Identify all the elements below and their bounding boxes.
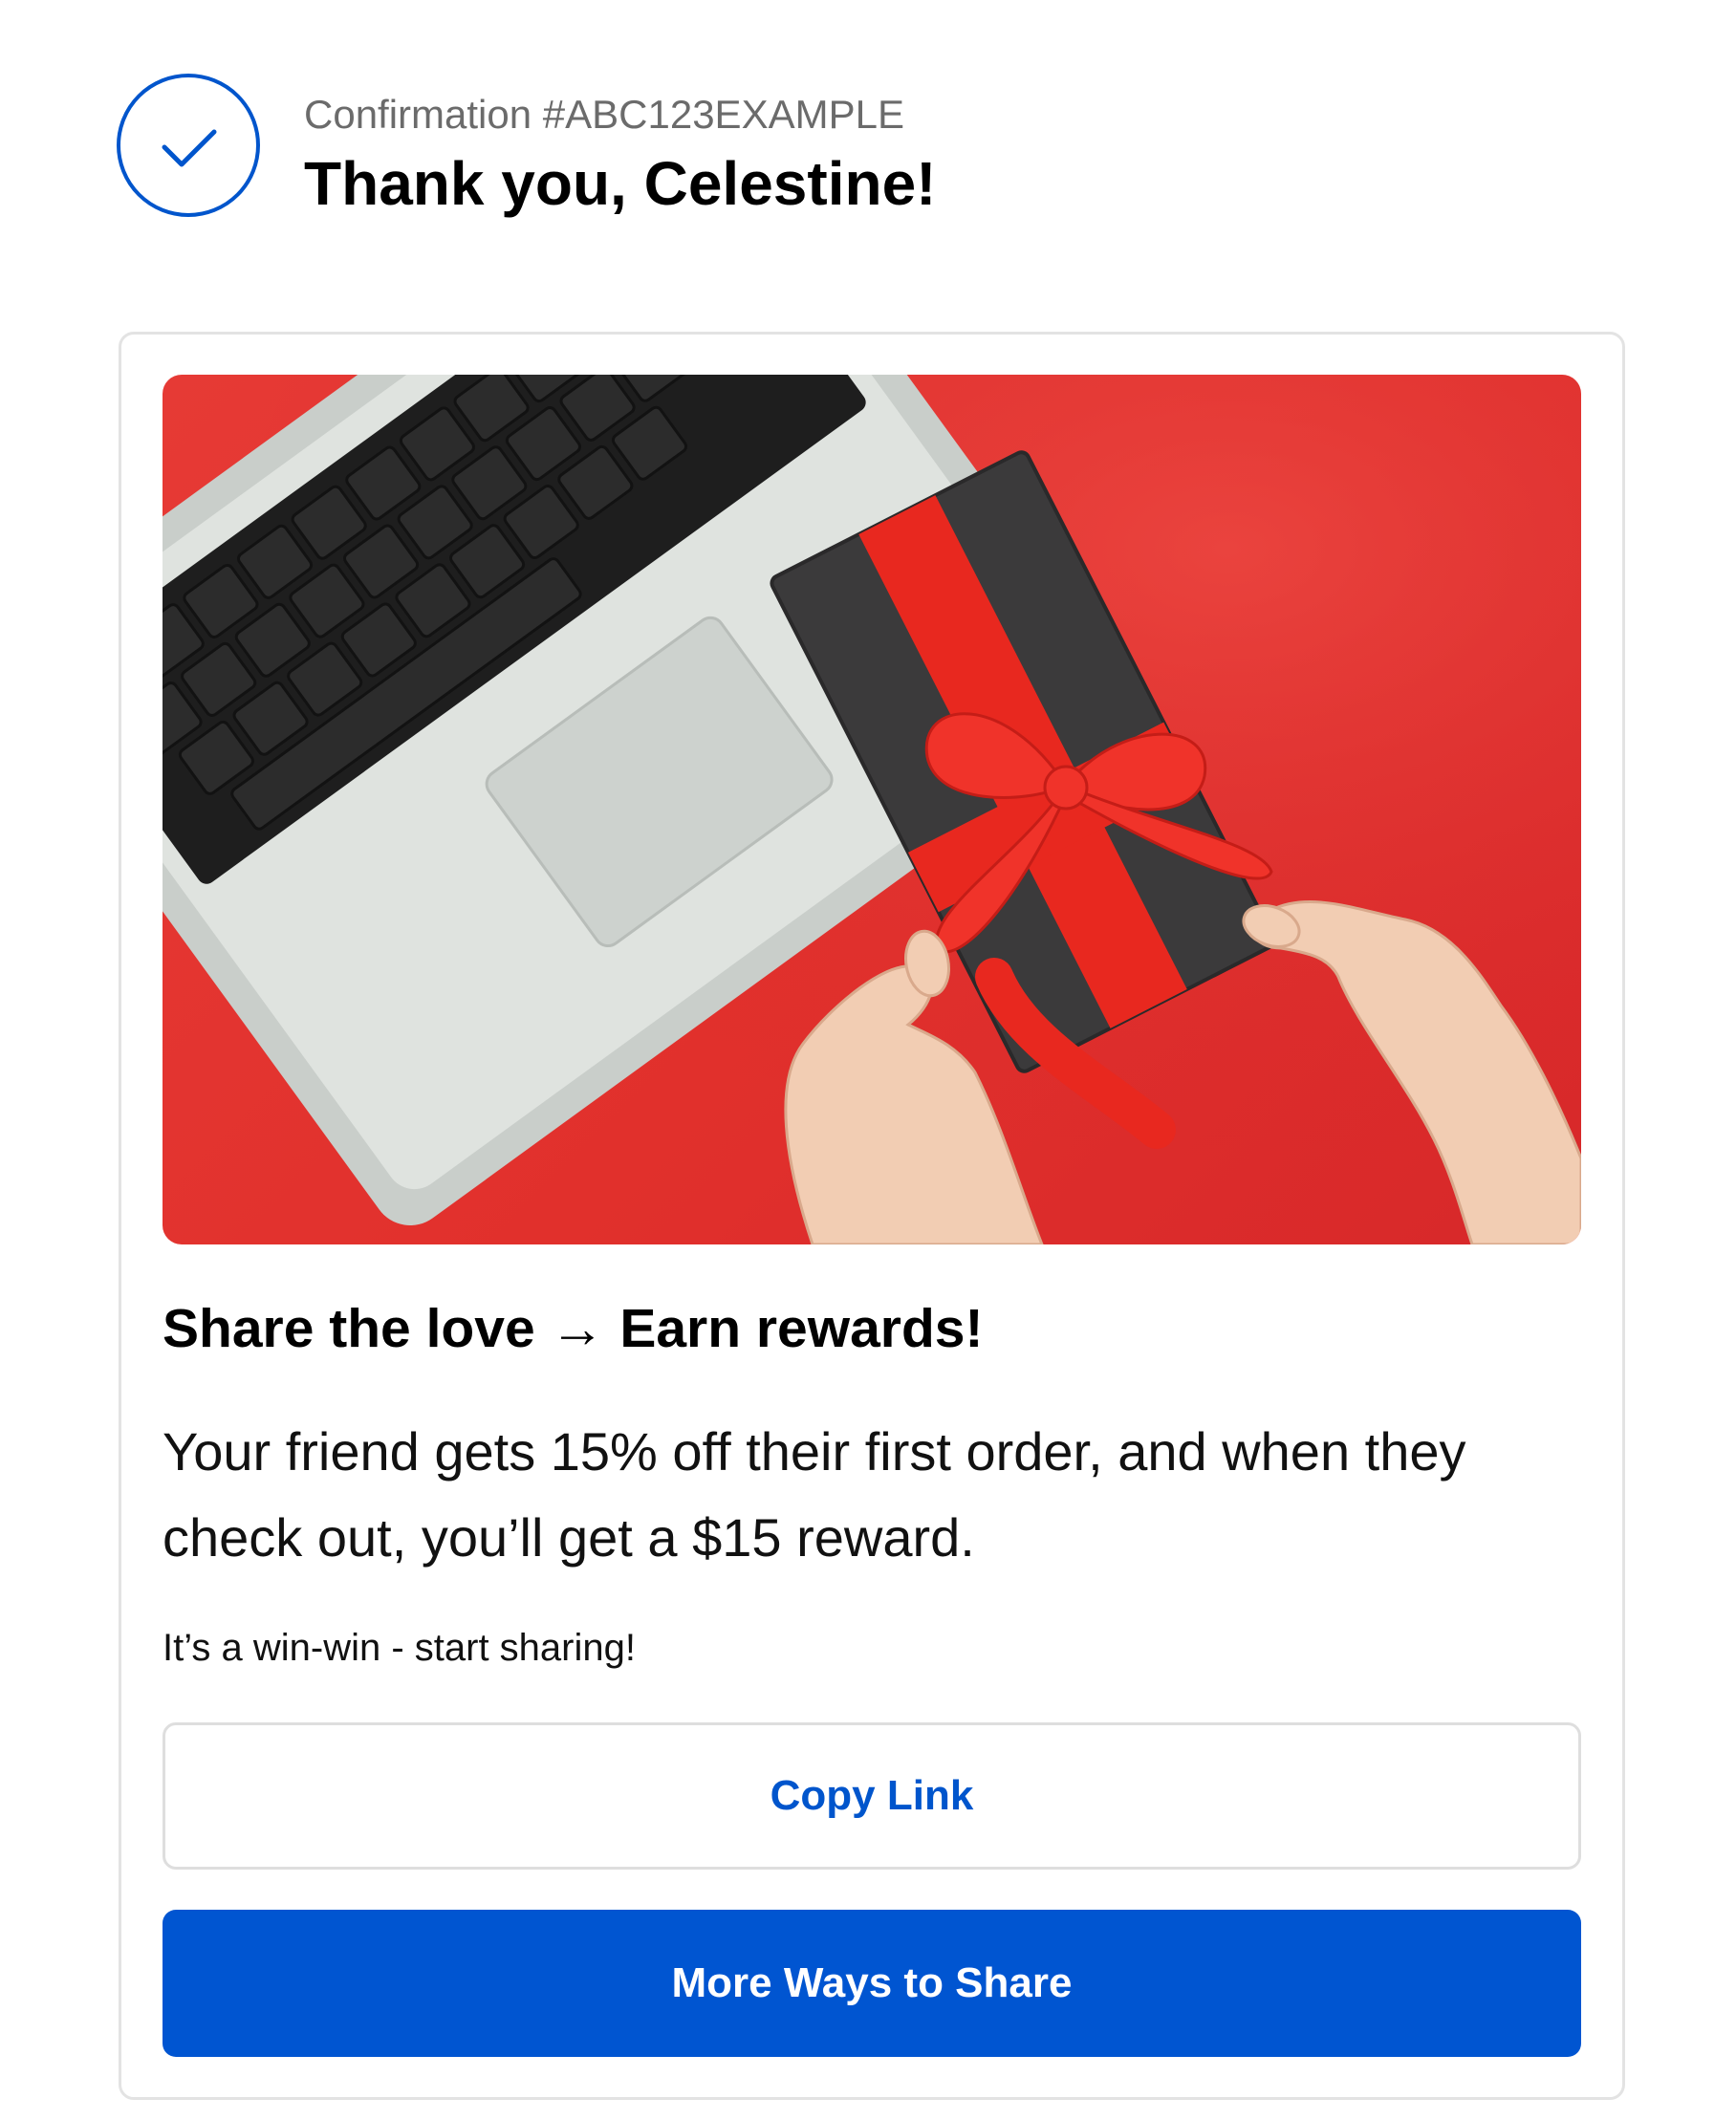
referral-description: Your friend gets 15% off their first ord… bbox=[163, 1421, 1466, 1568]
referral-hero-image bbox=[163, 375, 1581, 1244]
copy-link-button[interactable]: Copy Link bbox=[163, 1722, 1581, 1870]
checkmark-icon bbox=[162, 129, 217, 167]
more-ways-to-share-button[interactable]: More Ways to Share bbox=[163, 1910, 1581, 2057]
check-circle-icon bbox=[117, 74, 260, 217]
referral-tagline: It’s a win-win - start sharing! bbox=[163, 1627, 636, 1669]
page-title: Thank you, Celestine! bbox=[304, 149, 937, 218]
referral-title: Share the love → Earn rewards! bbox=[163, 1298, 984, 1359]
confirmation-number: Confirmation #ABC123EXAMPLE bbox=[304, 92, 904, 137]
